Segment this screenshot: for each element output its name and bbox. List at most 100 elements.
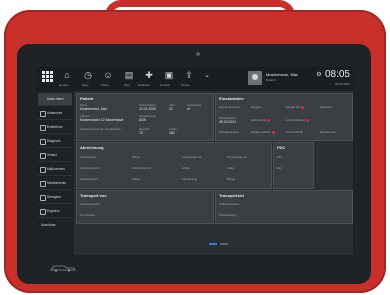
field-label: Einsatz-Nummer (219, 105, 240, 109)
sidebar-item-erstbefund[interactable]: Erstbefund (38, 121, 72, 134)
home-icon[interactable]: ⌂ (60, 70, 74, 84)
sidebar-icon (40, 153, 46, 159)
field-label-text: Alarmierung (251, 118, 267, 122)
sidebar-item-massnahmen[interactable]: Maßnahmen (38, 163, 72, 176)
patient-insurance[interactable]: AOK (139, 118, 146, 122)
sidebar: Basis-daten Anamnese Erstbefund Diagnose… (36, 91, 74, 255)
doc-icon[interactable]: ▤ (122, 70, 136, 84)
field-label: Gültig (182, 166, 190, 170)
sidebar-item-diagnose[interactable]: Diagnose (38, 135, 72, 148)
field-label: Ziel (277, 155, 282, 159)
toolbar-label-zeiten: Zeiten (82, 84, 89, 87)
card-title: Einsatzdaten (219, 96, 244, 101)
patient-dob[interactable]: 10.01.2000 (139, 107, 156, 111)
clock-date: 08.03.2021 (334, 82, 350, 86)
med-icon[interactable]: ✚ (142, 70, 156, 84)
field-label: Abrechnung (182, 177, 198, 181)
toolbar-label-medikation: Medikation (138, 84, 151, 87)
required-dot-icon (267, 118, 271, 122)
top-toolbar: ⌂ Einsätze ◷ Zeiten ☺ Patient ▤ Doku ✚ M… (36, 67, 353, 91)
field-label: Ankunft Klinik (286, 130, 303, 134)
einsatzdaten-card: Einsatzdaten Einsatz-Nummer Eingabe Eins… (215, 93, 353, 141)
sidebar-icon (40, 111, 46, 117)
field-label: Versicherten-Nr. (80, 166, 101, 170)
field-label: Einsatzergebnis (219, 130, 239, 134)
sidebar-item-anamnese[interactable]: Anamnese (38, 107, 72, 120)
page-indicator[interactable] (220, 243, 228, 245)
field-label: Einsatzende (320, 130, 336, 134)
main-content: Patient Name Mustermann, Max Geburtsdatu… (76, 93, 353, 255)
einsatz-nummer[interactable]: Eingabe (251, 105, 261, 109)
patient-height[interactable]: 180 (169, 131, 175, 135)
send-icon[interactable]: ⇪ (182, 70, 196, 84)
sidebar-item-label: Medikamente (47, 181, 67, 185)
card-title: Transportziel (219, 193, 244, 198)
sidebar-icon (40, 195, 46, 201)
toolbar-label-protokoll: Protokoll (160, 84, 170, 87)
fire-truck-logo-icon (50, 264, 80, 272)
field-label: Ankunft Patient (286, 118, 309, 122)
transportziel-card: Transportziel Zielkrankenhaus Fachabteil… (215, 190, 353, 224)
settings-icon[interactable]: ⚙ (312, 70, 326, 84)
page-indicator-active[interactable] (209, 243, 217, 245)
card-title: Abrechnung (80, 145, 104, 150)
sidebar-item-medikamente[interactable]: Medikamente (38, 177, 72, 190)
fire-truck-logo-svg (50, 265, 76, 272)
sidebar-item-ergebnis[interactable]: Ergebnis (38, 205, 72, 218)
patient-name[interactable]: Mustermann, Max (80, 107, 107, 111)
patient-weight[interactable]: 75 (139, 131, 143, 135)
field-label: Kostenträger (80, 155, 97, 159)
user-role: Notarzt (266, 78, 276, 82)
required-dot-icon (271, 130, 275, 134)
sidebar-item-label: Diagnose (47, 139, 61, 143)
field-label: Kostenträger Nr. (182, 155, 203, 159)
patient-card: Patient Name Mustermann, Max Geburtsdatu… (76, 93, 214, 141)
field-label: Alarmierung (251, 118, 271, 122)
clock-icon[interactable]: ◷ (81, 70, 95, 84)
user-info[interactable]: Mustermann, Max Notarzt (248, 70, 308, 88)
sidebar-item-verlauf[interactable]: Verlauf (38, 149, 72, 162)
avatar (248, 71, 262, 85)
fdc-card: FDC Ziel Zeit (273, 142, 314, 189)
field-label: Fachabteilung (219, 213, 237, 217)
required-dot-icon (300, 105, 304, 109)
field-label: Versicherten Nr. (132, 166, 152, 170)
user-name: Mustermann, Max (266, 72, 299, 77)
sidebar-icon (40, 167, 46, 173)
field-label: Betrag (227, 177, 236, 181)
toolbar-label-doku: Doku (124, 84, 130, 87)
sidebar-item-label: Erstbefund (47, 125, 63, 129)
card-title: Transport von (80, 193, 107, 198)
person-icon[interactable]: ☺ (101, 70, 115, 84)
app-screen: ⌂ Einsätze ◷ Zeiten ☺ Patient ▤ Doku ✚ M… (36, 67, 353, 255)
field-label: Zielkrankenhaus (219, 202, 240, 206)
chevron-down-icon[interactable]: ⌄ (200, 70, 214, 84)
field-label-text: Ankunft Patient (286, 118, 305, 122)
field-label: Einsatzart (320, 105, 333, 109)
card-title: Patient (80, 96, 94, 101)
sidebar-item-abschluss[interactable]: Abschluss (38, 219, 72, 231)
field-label: Kostenträger Nr. (227, 155, 248, 159)
toolbar-label-einsaetze: Einsätze (59, 84, 69, 87)
patient-address[interactable]: Musterstraße 12 Musterstadt (80, 118, 123, 122)
sidebar-item-label: Anamnese (47, 111, 63, 115)
patient-sex[interactable]: m (187, 107, 190, 111)
abrechnung-card: Abrechnung Kostenträger Status Kostenträ… (76, 142, 272, 189)
protocol-icon[interactable]: ▣ (162, 70, 176, 84)
sidebar-item-basisdaten[interactable]: Basis-daten (38, 93, 72, 106)
einsatz-ergebnis-select[interactable]: Eingabe wählen (251, 130, 275, 134)
sidebar-item-label: Ergebnis (47, 209, 60, 213)
field-label: Zeit (277, 166, 282, 170)
einsatz-datum[interactable]: 08.03.2021 (219, 120, 236, 124)
required-dot-icon (305, 118, 309, 122)
clock-time: 08:05 (324, 69, 350, 80)
sidebar-item-label: Verlauf (47, 153, 57, 157)
transport-von-card: Transport von Transportbeginn Ort Adress… (76, 190, 214, 224)
field-label-text: Einsatz Ort (286, 105, 300, 109)
apps-grid-icon[interactable] (42, 71, 53, 82)
sidebar-item-label: Basis-daten (47, 97, 64, 101)
sidebar-icon (40, 181, 46, 187)
sidebar-item-uebergabe[interactable]: Übergabe (38, 191, 72, 204)
patient-age[interactable]: 21 (169, 107, 173, 111)
field-label: Status (132, 155, 140, 159)
